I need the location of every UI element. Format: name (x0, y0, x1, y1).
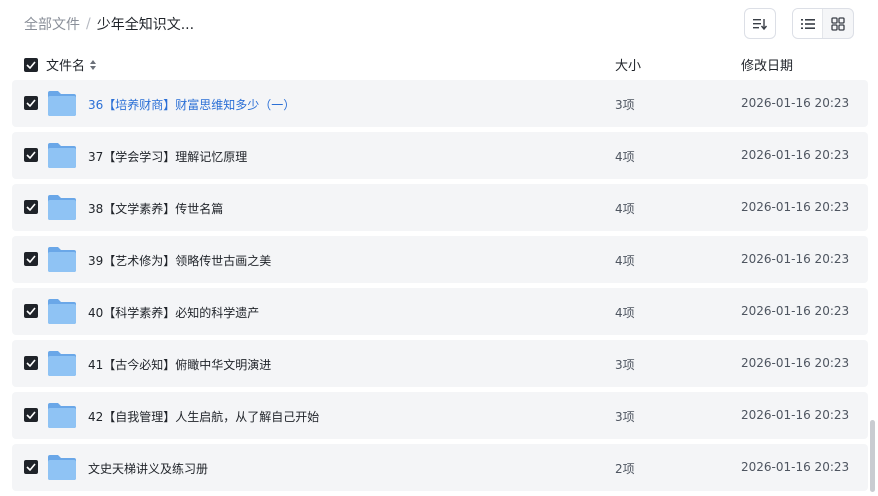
row-checkbox[interactable] (24, 252, 38, 266)
table-row[interactable]: 42【自我管理】人生启航，从了解自己开始 3项 2026-01-16 20:23 (12, 392, 868, 439)
file-name[interactable]: 37【学会学习】理解记忆原理 (88, 148, 247, 165)
row-checkbox[interactable] (24, 96, 38, 110)
folder-icon[interactable] (47, 402, 77, 429)
file-size: 4项 (615, 150, 635, 164)
file-date: 2026-01-16 20:23 (741, 304, 850, 318)
table-row[interactable]: 40【科学素养】必知的科学遗产 4项 2026-01-16 20:23 (12, 288, 868, 335)
check-icon (26, 359, 36, 367)
file-name[interactable]: 42【自我管理】人生启航，从了解自己开始 (88, 408, 319, 425)
breadcrumb-root[interactable]: 全部文件 (24, 14, 80, 34)
breadcrumb-separator: / (86, 16, 91, 32)
check-icon (26, 60, 36, 69)
list-view-button[interactable] (793, 9, 823, 38)
header-name-cell: 文件名 (24, 55, 97, 74)
table-row[interactable]: 文史天梯讲义及练习册 2项 2026-01-16 20:23 (12, 444, 868, 491)
check-icon (26, 151, 36, 159)
file-name[interactable]: 文史天梯讲义及练习册 (88, 460, 208, 477)
row-checkbox[interactable] (24, 304, 38, 318)
check-icon (26, 307, 36, 315)
file-size: 4项 (615, 202, 635, 216)
file-date: 2026-01-16 20:23 (741, 96, 850, 110)
row-checkbox[interactable] (24, 200, 38, 214)
file-size: 3项 (615, 98, 635, 112)
grid-view-icon (831, 16, 845, 31)
folder-icon[interactable] (47, 454, 77, 481)
folder-icon[interactable] (47, 142, 77, 169)
table-row[interactable]: 36【培养财商】财富思维知多少（一） 3项 2026-01-16 20:23 (12, 80, 868, 127)
row-checkbox[interactable] (24, 460, 38, 474)
sort-list-icon (753, 18, 768, 30)
check-icon (26, 411, 36, 419)
file-size: 3项 (615, 358, 635, 372)
folder-icon[interactable] (47, 298, 77, 325)
check-icon (26, 255, 36, 263)
row-checkbox[interactable] (24, 408, 38, 422)
file-date: 2026-01-16 20:23 (741, 408, 850, 422)
view-toggle (792, 8, 854, 39)
check-icon (26, 203, 36, 211)
list-view-icon (800, 18, 815, 29)
folder-icon[interactable] (47, 194, 77, 221)
sort-button[interactable] (744, 8, 776, 39)
file-size: 4项 (615, 306, 635, 320)
file-name[interactable]: 41【古今必知】俯瞰中华文明演进 (88, 356, 271, 373)
scrollbar-thumb[interactable] (870, 420, 875, 492)
table-row[interactable]: 38【文学素养】传世名篇 4项 2026-01-16 20:23 (12, 184, 868, 231)
check-icon (26, 99, 36, 107)
table-row[interactable]: 39【艺术修为】领略传世古画之美 4项 2026-01-16 20:23 (12, 236, 868, 283)
grid-view-button[interactable] (823, 9, 853, 38)
file-list: 36【培养财商】财富思维知多少（一） 3项 2026-01-16 20:23 3… (12, 80, 868, 496)
file-date: 2026-01-16 20:23 (741, 356, 850, 370)
file-name[interactable]: 38【文学素养】传世名篇 (88, 200, 223, 217)
file-name[interactable]: 40【科学素养】必知的科学遗产 (88, 304, 259, 321)
file-date: 2026-01-16 20:23 (741, 200, 850, 214)
toolbar: 全部文件 / 少年全知识文... (0, 0, 878, 48)
header-name[interactable]: 文件名 (46, 55, 85, 74)
folder-icon[interactable] (47, 90, 77, 117)
file-date: 2026-01-16 20:23 (741, 252, 850, 266)
header-date[interactable]: 修改日期 (741, 55, 793, 74)
table-header: 文件名 大小 修改日期 (12, 52, 868, 78)
sort-arrows-icon[interactable] (89, 59, 97, 71)
breadcrumb: 全部文件 / 少年全知识文... (24, 14, 194, 34)
row-checkbox[interactable] (24, 356, 38, 370)
select-all-checkbox[interactable] (24, 57, 38, 72)
folder-icon[interactable] (47, 246, 77, 273)
header-size[interactable]: 大小 (615, 55, 641, 74)
row-checkbox[interactable] (24, 148, 38, 162)
check-icon (26, 463, 36, 471)
file-name[interactable]: 36【培养财商】财富思维知多少（一） (88, 96, 295, 113)
table-row[interactable]: 41【古今必知】俯瞰中华文明演进 3项 2026-01-16 20:23 (12, 340, 868, 387)
file-name[interactable]: 39【艺术修为】领略传世古画之美 (88, 252, 271, 269)
file-date: 2026-01-16 20:23 (741, 148, 850, 162)
file-size: 2项 (615, 462, 635, 476)
table-row[interactable]: 37【学会学习】理解记忆原理 4项 2026-01-16 20:23 (12, 132, 868, 179)
breadcrumb-current: 少年全知识文... (96, 17, 195, 33)
file-size: 4项 (615, 254, 635, 268)
file-size: 3项 (615, 410, 635, 424)
file-date: 2026-01-16 20:23 (741, 460, 850, 474)
folder-icon[interactable] (47, 350, 77, 377)
